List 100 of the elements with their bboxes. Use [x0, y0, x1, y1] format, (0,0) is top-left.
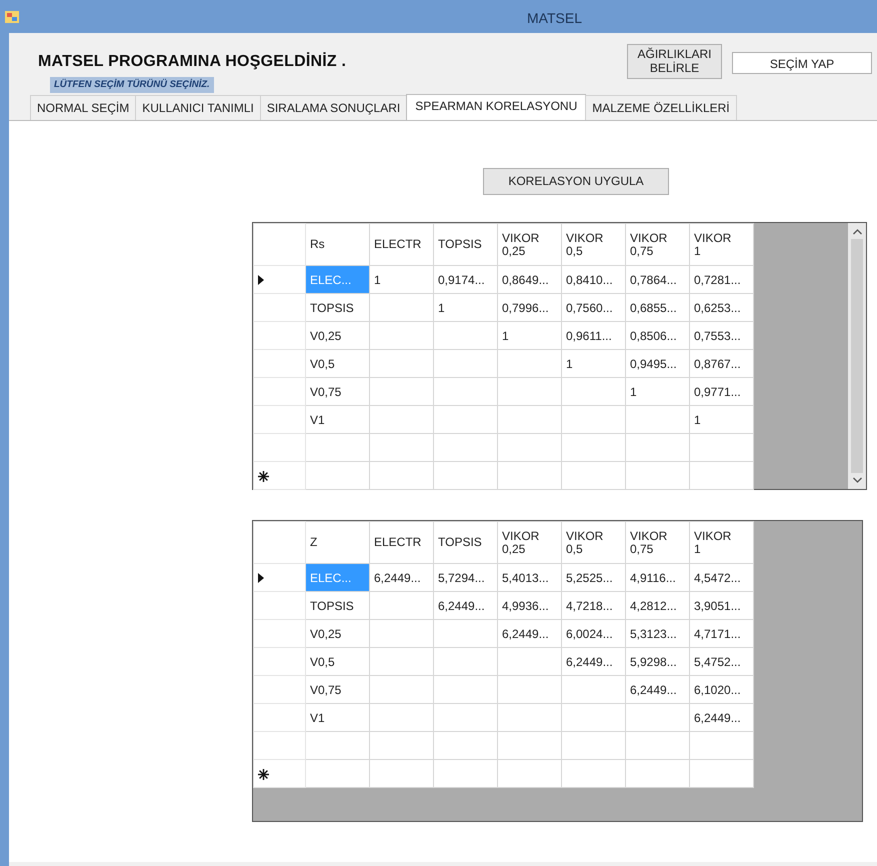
apply-correlation-button[interactable]: KORELASYON UYGULA [483, 168, 669, 195]
table-cell[interactable] [434, 648, 498, 676]
table-cell[interactable]: 5,4013... [498, 564, 562, 592]
table-cell[interactable]: 6,2449... [498, 620, 562, 648]
column-header[interactable]: Z [306, 522, 370, 564]
table-cell[interactable]: 5,9298... [626, 648, 690, 676]
table-cell[interactable] [434, 732, 498, 760]
table-cell[interactable] [434, 462, 498, 490]
table-cell[interactable]: 0,9611... [562, 322, 626, 350]
table-cell[interactable] [562, 406, 626, 434]
table-cell[interactable] [562, 760, 626, 788]
table-cell[interactable]: 5,7294... [434, 564, 498, 592]
table-cell[interactable] [434, 760, 498, 788]
weights-button[interactable]: AĞIRLIKLARI BELİRLE [627, 44, 722, 79]
table-cell[interactable] [690, 462, 754, 490]
table-cell[interactable]: 0,7281... [690, 266, 754, 294]
column-header[interactable]: VIKOR 0,75 [626, 522, 690, 564]
table-cell[interactable] [370, 676, 434, 704]
table-cell[interactable]: 5,2525... [562, 564, 626, 592]
table-cell[interactable]: 1 [690, 406, 754, 434]
table-cell[interactable] [498, 406, 562, 434]
table-cell[interactable] [498, 676, 562, 704]
table-cell[interactable]: 4,7171... [690, 620, 754, 648]
table-cell[interactable] [370, 648, 434, 676]
table-cell[interactable] [498, 350, 562, 378]
column-header[interactable]: VIKOR 0,5 [562, 224, 626, 266]
table-cell[interactable] [562, 732, 626, 760]
table-cell[interactable]: TOPSIS [306, 592, 370, 620]
column-header[interactable]: VIKOR 0,75 [626, 224, 690, 266]
tab[interactable]: SPEARMAN KORELASYONU [406, 94, 586, 120]
table-cell[interactable]: 0,8410... [562, 266, 626, 294]
table-cell[interactable] [434, 704, 498, 732]
table-cell[interactable] [626, 462, 690, 490]
table-cell[interactable]: 5,4752... [690, 648, 754, 676]
table-cell[interactable] [434, 406, 498, 434]
table-cell[interactable]: 0,9495... [626, 350, 690, 378]
table-cell[interactable]: 6,2449... [626, 676, 690, 704]
table-cell[interactable] [690, 434, 754, 462]
table-cell[interactable]: V0,25 [306, 322, 370, 350]
column-header[interactable]: VIKOR 0,5 [562, 522, 626, 564]
table-cell[interactable] [370, 462, 434, 490]
table-cell[interactable]: 3,9051... [690, 592, 754, 620]
column-header[interactable]: ELECTR [370, 522, 434, 564]
table-cell[interactable] [370, 406, 434, 434]
table-cell[interactable] [562, 462, 626, 490]
table-cell[interactable]: 0,6855... [626, 294, 690, 322]
table-cell[interactable]: 0,7864... [626, 266, 690, 294]
table-cell[interactable]: 1 [626, 378, 690, 406]
tab[interactable]: MALZEME ÖZELLİKLERİ [585, 95, 737, 120]
table-cell[interactable]: V1 [306, 406, 370, 434]
table-cell[interactable]: V0,5 [306, 350, 370, 378]
select-button[interactable]: SEÇİM YAP [732, 52, 872, 74]
table-cell[interactable]: 4,7218... [562, 592, 626, 620]
table-cell[interactable] [434, 434, 498, 462]
table-cell[interactable] [370, 592, 434, 620]
table-cell[interactable]: 0,8649... [498, 266, 562, 294]
table-cell[interactable]: 4,5472... [690, 564, 754, 592]
column-header[interactable]: Rs [306, 224, 370, 266]
table-cell[interactable] [306, 732, 370, 760]
table-cell[interactable]: 6,0024... [562, 620, 626, 648]
table-cell[interactable]: 0,8506... [626, 322, 690, 350]
table-cell[interactable]: 6,2449... [370, 564, 434, 592]
table-cell[interactable] [498, 378, 562, 406]
table-cell[interactable] [306, 434, 370, 462]
table-cell[interactable] [370, 350, 434, 378]
table-cell[interactable]: V1 [306, 704, 370, 732]
table-cell[interactable]: 0,7553... [690, 322, 754, 350]
table-cell[interactable] [370, 434, 434, 462]
table-cell[interactable]: V0,75 [306, 378, 370, 406]
table-cell[interactable] [498, 648, 562, 676]
table-cell[interactable]: 6,2449... [690, 704, 754, 732]
table-cell[interactable]: V0,25 [306, 620, 370, 648]
column-header[interactable]: VIKOR 1 [690, 224, 754, 266]
table-cell[interactable] [434, 350, 498, 378]
table-cell[interactable]: 1 [562, 350, 626, 378]
table-cell[interactable]: 0,9174... [434, 266, 498, 294]
table-cell[interactable]: 0,6253... [690, 294, 754, 322]
table-cell[interactable] [498, 704, 562, 732]
scrollbar[interactable] [848, 223, 866, 489]
table-cell[interactable]: 5,3123... [626, 620, 690, 648]
table-cell[interactable] [370, 732, 434, 760]
table-cell[interactable] [306, 462, 370, 490]
table-cell[interactable] [370, 294, 434, 322]
table-cell[interactable] [626, 704, 690, 732]
table-cell[interactable] [306, 760, 370, 788]
table-cell[interactable] [498, 732, 562, 760]
table-cell[interactable]: 6,2449... [562, 648, 626, 676]
table-cell[interactable]: 6,1020... [690, 676, 754, 704]
table-cell[interactable] [434, 378, 498, 406]
table-cell[interactable] [626, 434, 690, 462]
column-header[interactable]: VIKOR 0,25 [498, 522, 562, 564]
column-header[interactable]: TOPSIS [434, 224, 498, 266]
table-cell[interactable] [370, 378, 434, 406]
table-cell[interactable]: 1 [370, 266, 434, 294]
table-cell[interactable] [370, 760, 434, 788]
table-cell[interactable]: 0,7560... [562, 294, 626, 322]
column-header[interactable]: VIKOR 1 [690, 522, 754, 564]
table-cell[interactable] [498, 760, 562, 788]
table-cell[interactable] [370, 704, 434, 732]
table-cell[interactable]: TOPSIS [306, 294, 370, 322]
